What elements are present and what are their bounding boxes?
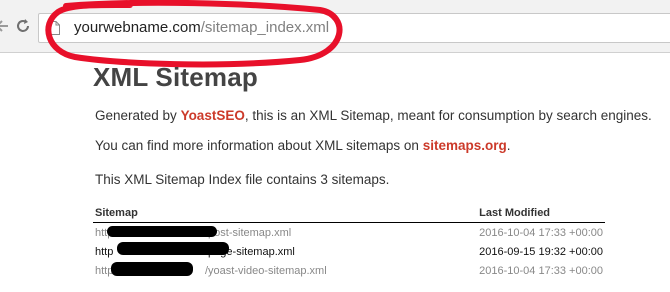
sitemap-count-text: This XML Sitemap Index file contains 3 s… [95, 172, 390, 187]
loc-suffix: /yoast-video-sitemap.xml [205, 264, 327, 277]
sitemap-link[interactable]: http/page-sitemap.xml [93, 242, 477, 261]
last-modified-cell: 2016-09-15 19:32 +00:00 [479, 245, 603, 258]
table-header-row: Sitemap Last Modified [93, 205, 605, 223]
info-text: You can find more information about XML … [95, 138, 510, 153]
table-row: http/yoast-video-sitemap.xml 2016-10-04 … [93, 261, 605, 280]
sitemap-link[interactable]: http/yoast-video-sitemap.xml [93, 261, 477, 280]
redaction-mark [117, 242, 229, 255]
table-row: http/post-sitemap.xml 2016-10-04 17:33 +… [93, 223, 605, 243]
generated-prefix: Generated by [95, 108, 181, 123]
browser-toolbar: yourwebname.com/sitemap_index.xml [0, 0, 670, 53]
last-modified-cell: 2016-10-04 17:33 +00:00 [479, 264, 603, 277]
info-suffix: . [506, 138, 511, 153]
last-modified-column-header: Last Modified [477, 205, 605, 223]
sitemap-column-header: Sitemap [93, 205, 478, 223]
sitemaps-org-link[interactable]: sitemaps.org [423, 138, 507, 153]
yoast-link[interactable]: YoastSEO [181, 108, 245, 123]
page-title: XML Sitemap [93, 62, 258, 92]
loc-suffix: /post-sitemap.xml [205, 226, 292, 239]
redaction-mark [107, 226, 217, 237]
back-arrow-icon[interactable] [0, 18, 10, 34]
sitemap-table: Sitemap Last Modified http/post-sitemap.… [93, 205, 605, 280]
generated-text: Generated by YoastSEO, this is an XML Si… [95, 108, 652, 123]
table-row: http/page-sitemap.xml 2016-09-15 19:32 +… [93, 242, 605, 261]
url-path: /sitemap_index.xml [200, 19, 330, 36]
page-icon [48, 21, 60, 35]
last-modified-cell: 2016-10-04 17:33 +00:00 [479, 226, 603, 239]
url-text[interactable]: yourwebname.com/sitemap_index.xml [74, 19, 329, 36]
redaction-mark [111, 262, 193, 276]
info-prefix: You can find more information about XML … [95, 138, 423, 153]
reload-icon[interactable] [15, 18, 31, 34]
url-host: yourwebname.com [74, 19, 201, 36]
generated-suffix: , this is an XML Sitemap, meant for cons… [244, 108, 652, 123]
address-bar[interactable]: yourwebname.com/sitemap_index.xml [38, 13, 670, 43]
sitemap-link[interactable]: http/post-sitemap.xml [93, 223, 477, 243]
